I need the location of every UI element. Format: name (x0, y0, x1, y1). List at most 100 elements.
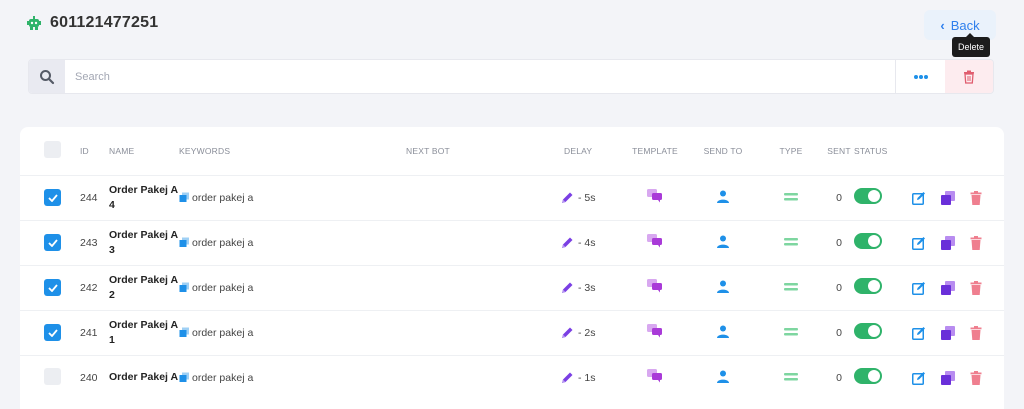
row-checkbox[interactable] (44, 234, 61, 251)
row-next-bot (406, 309, 548, 355)
col-keywords: KEYWORDS (179, 145, 231, 156)
row-name: Order Pakej A (109, 371, 179, 384)
trash-icon[interactable] (970, 235, 982, 250)
row-id: 244 (80, 174, 109, 220)
table-row: 241 Order Pakej A 1 order pakej a - 2s 0 (20, 309, 1004, 355)
page-header: 601121477251 (26, 14, 158, 32)
copy-icon (179, 282, 189, 292)
search-icon[interactable] (29, 60, 65, 93)
edit-icon[interactable] (912, 371, 926, 385)
duplicate-icon[interactable] (941, 190, 955, 205)
chat-bubbles-icon[interactable] (647, 279, 663, 293)
row-id: 240 (80, 354, 109, 400)
chat-bubbles-icon[interactable] (647, 189, 663, 203)
col-name: NAME (109, 145, 135, 156)
copy-icon (179, 327, 189, 337)
row-keyword: order pakej a (192, 191, 254, 204)
row-delay: - 1s (578, 371, 596, 384)
check-icon (47, 283, 58, 292)
trash-icon[interactable] (970, 190, 982, 205)
row-id: 243 (80, 219, 109, 265)
delete-tooltip: Delete (952, 33, 991, 57)
user-icon[interactable] (717, 325, 729, 338)
copy-icon (179, 237, 189, 247)
trash-icon (964, 70, 974, 84)
row-keyword: order pakej a (192, 236, 254, 249)
copy-icon (179, 192, 189, 202)
equals-icon (784, 192, 798, 201)
edit-icon[interactable] (912, 191, 926, 205)
row-sent: 0 (824, 219, 854, 265)
trash-icon[interactable] (970, 280, 982, 295)
row-checkbox[interactable] (44, 367, 61, 385)
search-input[interactable] (65, 60, 895, 93)
duplicate-icon[interactable] (941, 235, 955, 250)
row-delay: - 4s (578, 236, 596, 249)
user-icon[interactable] (717, 190, 729, 203)
equals-icon (784, 327, 798, 336)
search-bar (28, 59, 994, 94)
row-next-bot (406, 219, 548, 265)
status-toggle[interactable] (854, 188, 882, 204)
row-id: 242 (80, 264, 109, 310)
status-toggle[interactable] (854, 233, 882, 249)
select-all-checkbox[interactable] (44, 141, 61, 159)
table-row: 240 Order Pakej A order pakej a - 1s 0 (20, 354, 1004, 400)
trash-icon[interactable] (970, 370, 982, 385)
col-status: STATUS (854, 145, 888, 156)
table-row: 244 Order Pakej A 4 order pakej a - 5s 0 (20, 174, 1004, 220)
status-toggle[interactable] (854, 323, 882, 339)
row-keyword: order pakej a (192, 326, 254, 339)
pencil-icon (562, 282, 573, 293)
user-icon[interactable] (717, 370, 729, 383)
edit-icon[interactable] (912, 236, 926, 250)
chevron-left-icon: ‹ (940, 17, 945, 33)
col-delay: DELAY (564, 145, 593, 156)
more-options-button[interactable] (895, 60, 945, 93)
col-send-to: SEND TO (703, 145, 743, 156)
row-select-cell (20, 264, 80, 310)
page-title: 601121477251 (50, 14, 159, 31)
select-all-cell (20, 127, 80, 175)
row-keyword: order pakej a (192, 371, 254, 384)
bulk-delete-button[interactable] (945, 60, 993, 93)
trash-icon[interactable] (970, 325, 982, 340)
row-delay: - 2s (578, 326, 596, 339)
duplicate-icon[interactable] (941, 280, 955, 295)
chat-bubbles-icon[interactable] (647, 369, 663, 383)
row-next-bot (406, 354, 548, 400)
row-keyword: order pakej a (192, 281, 254, 294)
row-delay: - 3s (578, 281, 596, 294)
row-checkbox[interactable] (44, 189, 61, 206)
duplicate-icon[interactable] (941, 370, 955, 385)
chat-bubbles-icon[interactable] (647, 324, 663, 338)
back-button-label: Back (950, 17, 980, 33)
user-icon[interactable] (717, 280, 729, 293)
row-sent: 0 (824, 354, 854, 400)
col-next-bot: NEXT BOT (406, 145, 450, 156)
dots-icon (913, 74, 928, 79)
pencil-icon (562, 372, 573, 383)
row-checkbox[interactable] (44, 279, 61, 296)
row-name: Order Pakej A 3 (109, 228, 178, 256)
pencil-icon (562, 237, 573, 248)
duplicate-icon[interactable] (941, 325, 955, 340)
back-button[interactable]: ‹ Back (924, 10, 996, 40)
row-delay: - 5s (578, 191, 596, 204)
col-type: TYPE (779, 145, 803, 156)
col-sent: SENT (827, 145, 851, 156)
row-checkbox[interactable] (44, 324, 61, 341)
edit-icon[interactable] (912, 281, 926, 295)
row-name: Order Pakej A 1 (109, 318, 178, 346)
row-select-cell (20, 354, 80, 400)
pencil-icon (562, 327, 573, 338)
check-icon (47, 238, 58, 247)
edit-icon[interactable] (912, 326, 926, 340)
chat-bubbles-icon[interactable] (647, 234, 663, 248)
status-toggle[interactable] (854, 278, 882, 294)
col-actions (899, 127, 1004, 175)
status-toggle[interactable] (854, 368, 882, 385)
bot-table-card: ID NAME KEYWORDS NEXT BOT DELAY TEMPLATE… (20, 127, 1004, 409)
user-icon[interactable] (717, 235, 729, 248)
table-header-row: ID NAME KEYWORDS NEXT BOT DELAY TEMPLATE… (20, 127, 1004, 175)
